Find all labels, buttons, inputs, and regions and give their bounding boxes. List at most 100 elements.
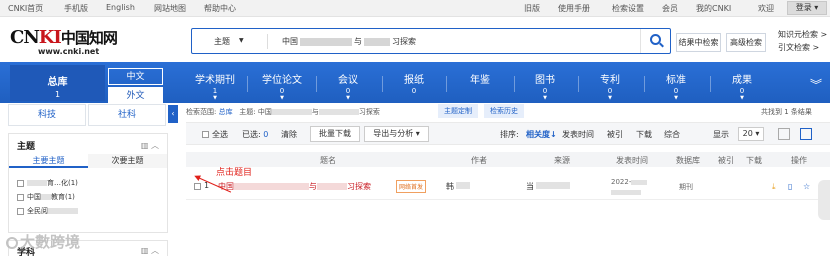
tab-zongku[interactable]: 总库 1 (10, 65, 105, 101)
facet-item[interactable]: 全民阅 (17, 206, 78, 216)
chevron-down-icon: ▼ (280, 95, 284, 101)
result-count: 共找到 1 条结果 (761, 108, 812, 116)
link-cnki-home[interactable]: CNKI首页 (8, 3, 43, 14)
double-chevron-down-icon[interactable]: ︾ (810, 76, 822, 93)
tab-patents[interactable]: 专利 0 ▼ (580, 71, 640, 101)
publish-date: 2022- (611, 177, 648, 197)
welcome-text: 欢迎 (758, 4, 774, 13)
result-title-link[interactable]: 中国与习探索 (218, 181, 371, 192)
watermark: 大數跨境 (6, 231, 80, 252)
sort-date[interactable]: 发表时间 (562, 129, 594, 140)
results-table-header: 题名 作者 来源 发表时间 数据库 被引 下载 操作 (186, 152, 830, 167)
login-button[interactable]: 登录 ▾ (787, 1, 827, 15)
clear-link[interactable]: 清除 (281, 129, 297, 140)
search-input[interactable]: 中国与习探索 (282, 36, 416, 47)
tab-conference[interactable]: 会议 0 ▼ (318, 71, 378, 101)
search-in-results-button[interactable]: 结果中检索 (676, 33, 721, 52)
sort-comprehensive[interactable]: 综合 (664, 129, 680, 140)
display-label: 显示 (713, 130, 729, 139)
link-sitemap[interactable]: 网站地图 (154, 3, 186, 14)
chevron-left-icon[interactable]: ‹ (168, 105, 178, 123)
results-main: 检索范围: 总库 主题: 中国与习探索 主题定制 检索历史 共找到 1 条结果 … (186, 103, 830, 256)
top-utility-bar: CNKI首页 手机版 English 网站地图 帮助中心 旧版 使用手册 检索设… (0, 0, 830, 17)
link-member[interactable]: 会员 (662, 3, 678, 14)
grid-view-icon[interactable] (778, 128, 790, 140)
knowledge-search-link[interactable]: 知识元检索 > (778, 29, 827, 40)
star-icon[interactable]: ☆ (803, 182, 810, 191)
topic-custom-button[interactable]: 主题定制 (438, 104, 478, 118)
download-icon[interactable]: ⤓ (772, 182, 776, 192)
tab-social-science[interactable]: 社科 (88, 104, 166, 126)
link-search-settings[interactable]: 检索设置 (612, 3, 644, 14)
lang-foreign-tab[interactable]: 外文 (108, 87, 163, 104)
select-all-checkbox[interactable]: 全选 (202, 129, 228, 140)
checkbox[interactable] (17, 179, 24, 187)
header: CNKI中国知网 www.cnki.net 主题 ▼ 中国与习探索 结果中检索 … (0, 17, 830, 62)
batch-download-button[interactable]: 批量下载 (310, 126, 360, 142)
tab-books[interactable]: 图书 0 ▼ (515, 71, 575, 101)
sort-downloads[interactable]: 下载 (636, 129, 652, 140)
selected-count: 已选: 0 (242, 130, 269, 139)
tab-main-topic[interactable]: 主要主题 (9, 154, 88, 168)
col-cited: 被引 (718, 156, 734, 165)
tab-newspaper[interactable]: 报纸 0 (384, 71, 444, 95)
database-nav: 总库 1 中文 外文 学术期刊 1 ▼ 学位论文 0 ▼ 会议 0 ▼ 报纸 0 年鉴 图书 0… (0, 62, 830, 104)
side-floating-widget[interactable] (818, 180, 830, 220)
watermark-logo-icon (6, 236, 18, 249)
tab-journals[interactable]: 学术期刊 1 ▼ (185, 71, 245, 101)
table-row: 1 中国与习探索 网络首发 韩 当 2022- 期刊 ⤓ ▯ ☆ (186, 170, 830, 200)
logo-url: www.cnki.net (38, 47, 100, 56)
link-english[interactable]: English (106, 3, 135, 12)
page-size-select[interactable]: 20 ▾ (738, 127, 764, 141)
search-box: 主题 ▼ 中国与习探索 (191, 28, 671, 54)
bar-chart-icon[interactable]: ▥ ︿ (141, 140, 159, 151)
tab-standards[interactable]: 标准 0 ▼ (646, 71, 706, 101)
search-scope: 检索范围: 总库 主题: 中国与习探索 (186, 108, 380, 116)
facet-item[interactable]: 中国 教育(1) (17, 192, 75, 202)
link-help[interactable]: 帮助中心 (204, 3, 236, 14)
col-actions: 操作 (791, 156, 807, 165)
chevron-down-icon: ▼ (674, 95, 678, 101)
tab-theses[interactable]: 学位论文 0 ▼ (252, 71, 312, 101)
facet-item[interactable]: 育…化(1) (17, 178, 78, 188)
source-link[interactable]: 当 (526, 181, 534, 192)
bar-chart-icon[interactable]: ▥ ︿ (141, 245, 159, 256)
link-old-version[interactable]: 旧版 (524, 3, 540, 14)
read-book-icon[interactable]: ▯ (788, 182, 792, 191)
col-author: 作者 (471, 156, 487, 165)
search-field-select[interactable]: 主题 (214, 36, 230, 47)
search-history-button[interactable]: 检索历史 (484, 104, 524, 118)
sort-label: 排序: (500, 130, 519, 139)
link-mobile[interactable]: 手机版 (64, 3, 88, 14)
database-type: 期刊 (679, 183, 693, 191)
tab-yearbook[interactable]: 年鉴 (450, 71, 510, 87)
citation-search-link[interactable]: 引文检索 > (778, 42, 819, 53)
tab-achievements[interactable]: 成果 0 ▼ (712, 71, 772, 101)
col-downloads: 下载 (746, 156, 762, 165)
export-analysis-button[interactable]: 导出与分析 ▾ (364, 126, 429, 142)
advanced-search-button[interactable]: 高级检索 (726, 33, 766, 52)
list-view-icon[interactable] (800, 128, 812, 140)
cnki-logo[interactable]: CNKI中国知网 www.cnki.net (10, 27, 170, 57)
lang-chinese-tab[interactable]: 中文 (108, 68, 163, 85)
col-source: 来源 (554, 156, 570, 165)
checkbox[interactable] (17, 193, 24, 201)
link-manual[interactable]: 使用手册 (558, 3, 590, 14)
chevron-down-icon: ▼ (608, 95, 612, 101)
search-button[interactable] (640, 29, 670, 53)
facet-topic: 主题 ▥ ︿ 主要主题 次要主题 育…化(1) 中国 教育(1) 全民阅 (8, 133, 168, 233)
facet-title: 主题 (17, 142, 36, 152)
sort-cited[interactable]: 被引 (607, 129, 623, 140)
online-first-badge: 网络首发 (396, 180, 427, 193)
left-sidebar: 科技 社科 ‹ 主题 ▥ ︿ 主要主题 次要主题 育…化(1) 中国 教育(1) … (0, 103, 178, 256)
author-link[interactable]: 韩 (446, 181, 454, 192)
checkbox[interactable] (17, 207, 24, 215)
chevron-down-icon: ▼ (740, 95, 744, 101)
link-my-cnki[interactable]: 我的CNKI (696, 3, 731, 14)
col-title: 题名 (320, 156, 336, 165)
chevron-down-icon: ▼ (346, 95, 350, 101)
tab-secondary-topic[interactable]: 次要主题 (88, 154, 167, 168)
row-checkbox[interactable] (194, 183, 201, 190)
sort-relevance[interactable]: 相关度↓ (526, 129, 557, 140)
tab-science[interactable]: 科技 (8, 104, 86, 126)
